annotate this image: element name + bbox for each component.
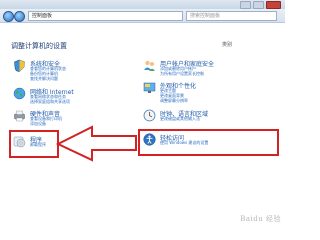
control-panel-content: 调整计算机的设置 类别 系统和安全 查看您的计算机状态 备份您的计算机 查找并解… bbox=[0, 23, 285, 228]
window-controls bbox=[240, 1, 281, 9]
title-bar bbox=[0, 0, 285, 9]
close-button[interactable] bbox=[266, 1, 281, 9]
address-field[interactable]: 控制面板 bbox=[28, 11, 183, 21]
watermark: Baidu 经验 bbox=[240, 215, 281, 223]
minimize-button[interactable] bbox=[240, 1, 251, 9]
search-input[interactable]: 搜索控制面板 bbox=[186, 11, 277, 21]
maximize-button[interactable] bbox=[253, 1, 264, 9]
annotation-arrow bbox=[55, 125, 137, 162]
back-button[interactable] bbox=[3, 11, 14, 22]
address-bar: 控制面板 搜索控制面板 bbox=[0, 9, 285, 23]
forward-button[interactable] bbox=[14, 11, 25, 22]
